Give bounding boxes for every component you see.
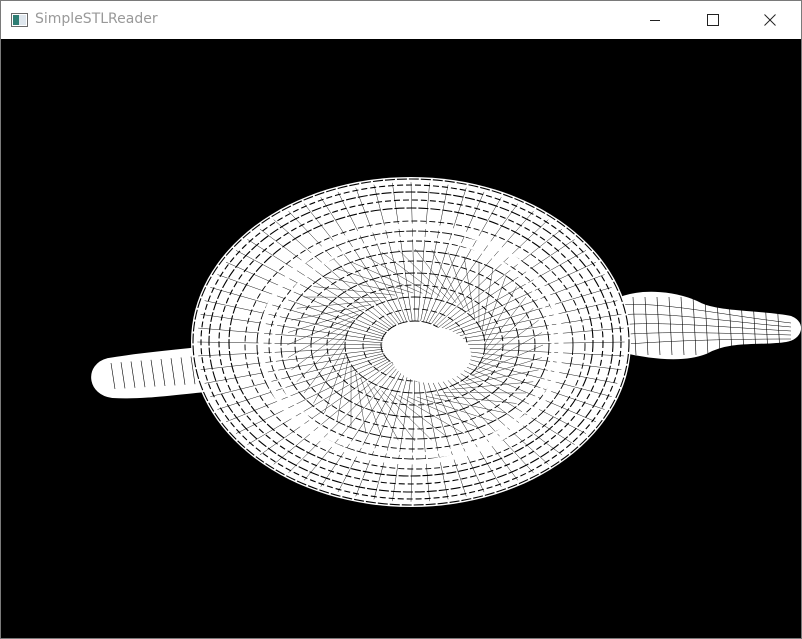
app-window: SimpleSTLReader [0,0,802,639]
minimize-button[interactable] [632,1,678,38]
maximize-button[interactable] [690,1,736,38]
maximize-icon [707,13,719,26]
app-window-icon [11,12,28,27]
close-icon [764,13,776,26]
title-bar[interactable]: SimpleSTLReader [1,1,801,38]
window-title: SimpleSTLReader [35,11,158,27]
minimize-icon [649,14,661,26]
teapot-wireframe-mesh [91,177,801,507]
close-button[interactable] [747,1,793,38]
render-viewport[interactable] [1,39,801,638]
